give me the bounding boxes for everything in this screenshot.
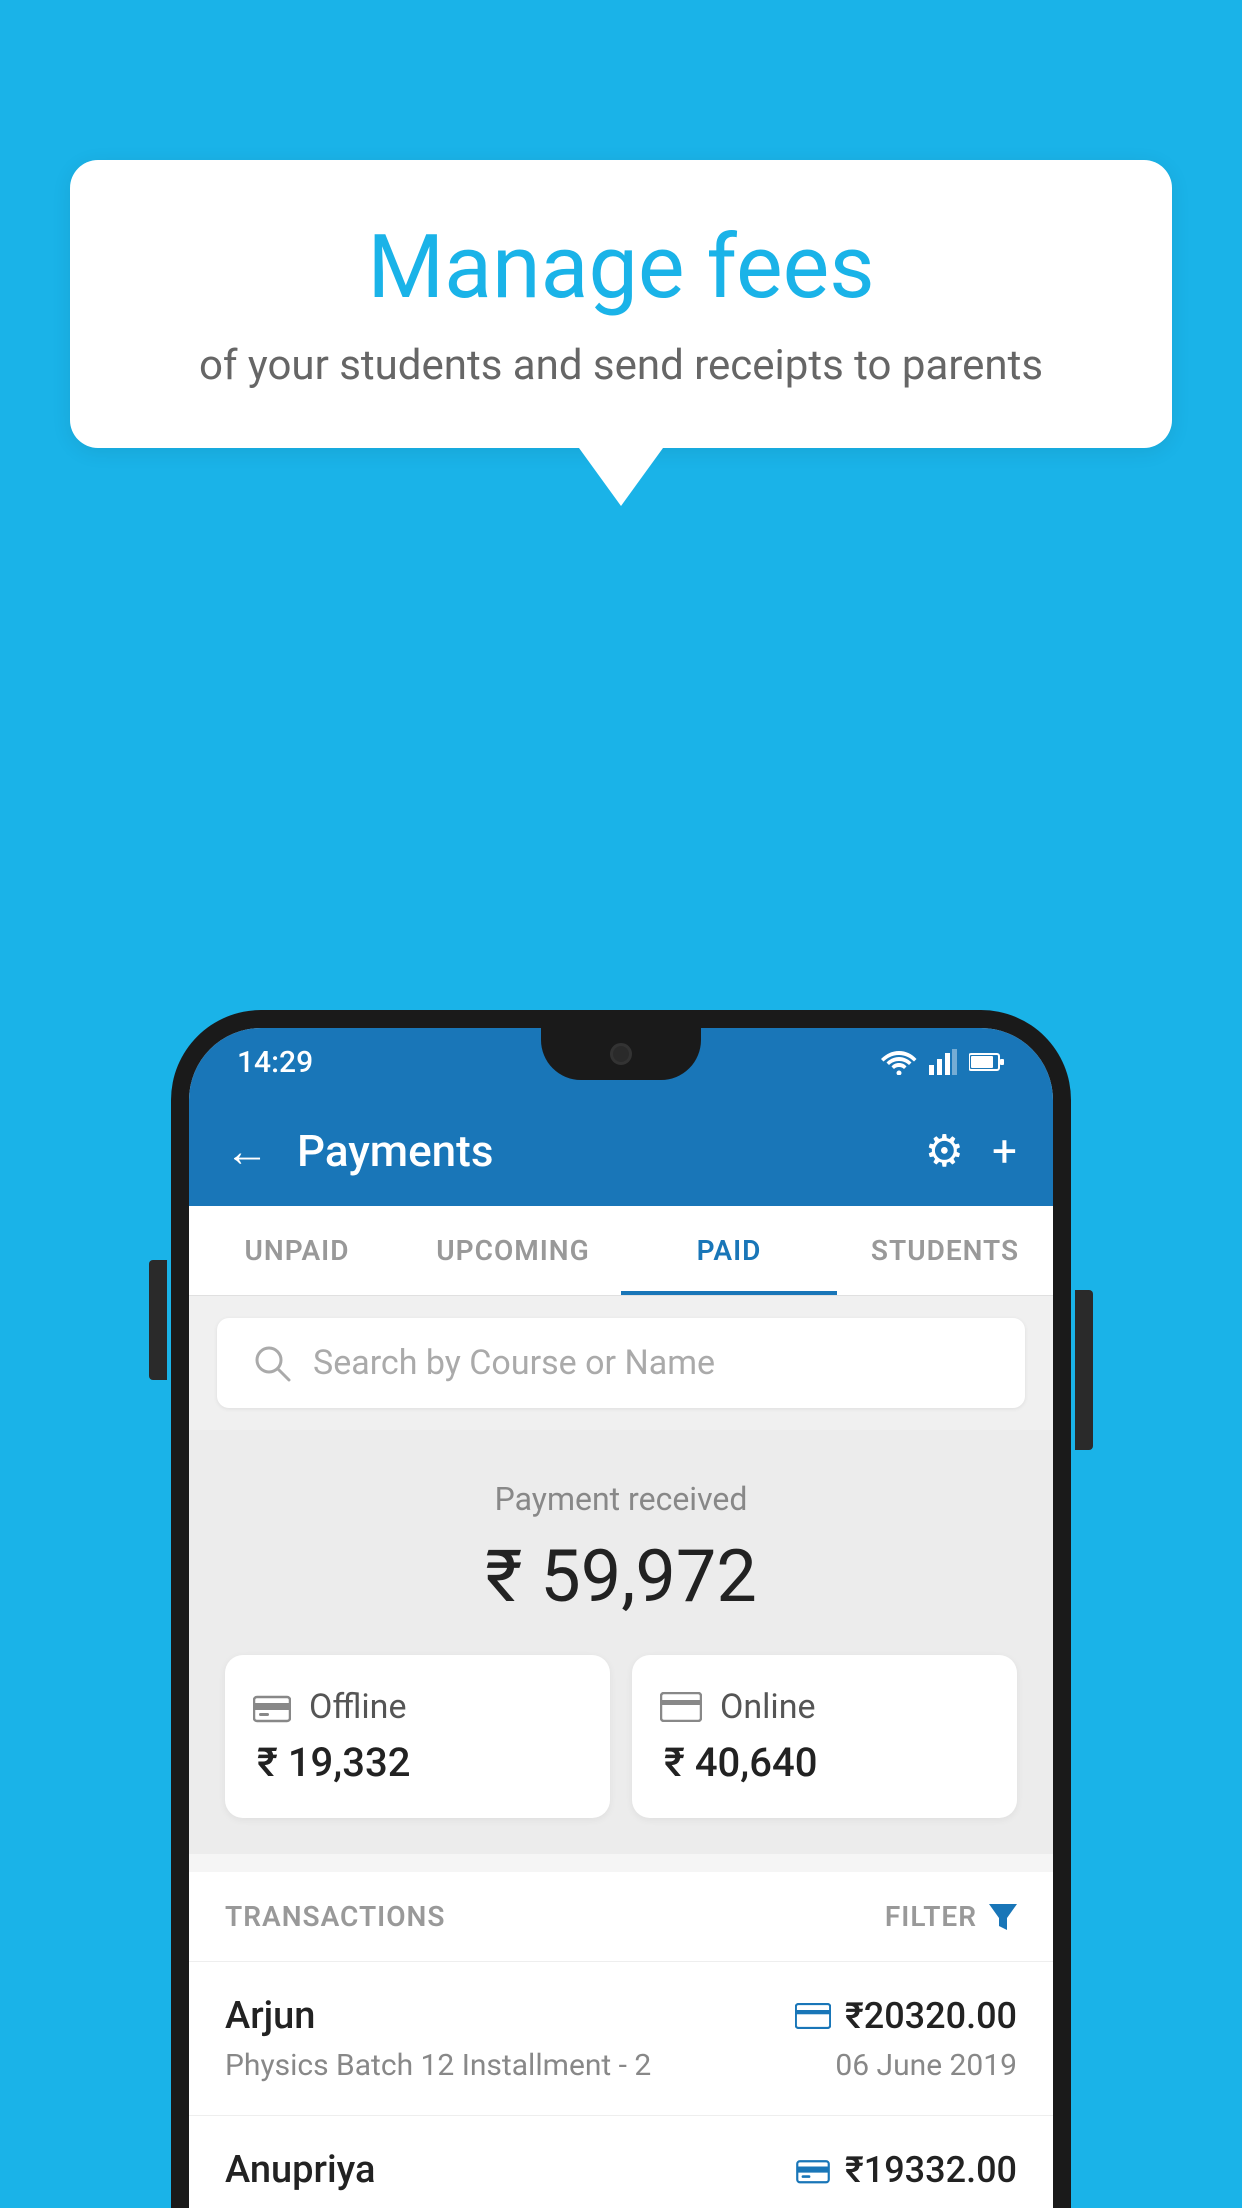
tab-upcoming[interactable]: UPCOMING (405, 1206, 621, 1295)
offline-payment-card: Offline ₹ 19,332 (225, 1655, 610, 1818)
add-button[interactable]: + (992, 1125, 1017, 1177)
transaction-name: Arjun (225, 1994, 315, 2038)
online-card-header: Online (660, 1687, 816, 1727)
transaction-amount: ₹20320.00 (845, 1995, 1017, 2037)
transaction-amount-2: ₹19332.00 (845, 2149, 1017, 2191)
transaction-course: Physics Batch 12 Installment - 2 (225, 2048, 651, 2083)
settings-button[interactable]: ⚙ (925, 1125, 964, 1177)
transaction-row-bottom: Physics Batch 12 Installment - 2 06 June… (225, 2048, 1017, 2083)
status-icons (881, 1049, 1005, 1075)
offline-amount: ₹ 19,332 (253, 1739, 410, 1786)
transaction-row-partial-top: Anupriya ₹19332.00 (225, 2148, 1017, 2192)
payment-summary: Payment received ₹ 59,972 Offline (189, 1430, 1053, 1854)
tab-unpaid[interactable]: UNPAID (189, 1206, 405, 1295)
payment-cards: Offline ₹ 19,332 Online ₹ (225, 1655, 1017, 1818)
filter-label: FILTER (885, 1900, 977, 1933)
speech-bubble-subtitle: of your students and send receipts to pa… (130, 339, 1112, 394)
payment-total-amount: ₹ 59,972 (225, 1534, 1017, 1619)
tabs-bar: UNPAID UPCOMING PAID STUDENTS (189, 1206, 1053, 1296)
phone-notch (541, 1028, 701, 1080)
phone-screen: 14:29 (189, 1028, 1053, 2208)
tab-students[interactable]: STUDENTS (837, 1206, 1053, 1295)
phone-frame: 14:29 (171, 1010, 1071, 2208)
filter-button[interactable]: FILTER (885, 1900, 1017, 1933)
offline-card-header: Offline (253, 1687, 406, 1727)
transaction-row[interactable]: Arjun ₹20320.00 Physics Batch 12 Install… (189, 1962, 1053, 2116)
tab-paid[interactable]: PAID (621, 1206, 837, 1295)
transactions-header: TRANSACTIONS FILTER (189, 1872, 1053, 1962)
search-container: Search by Course or Name (189, 1296, 1053, 1430)
search-bar[interactable]: Search by Course or Name (217, 1318, 1025, 1408)
speech-bubble-pointer (579, 448, 663, 506)
transaction-name-2: Anupriya (225, 2148, 375, 2192)
speech-bubble-title: Manage fees (130, 220, 1112, 317)
payment-received-label: Payment received (225, 1480, 1017, 1518)
online-payment-icon (795, 2003, 831, 2029)
back-button[interactable]: ← (225, 1125, 269, 1177)
online-icon (660, 1692, 702, 1722)
filter-icon (989, 1904, 1017, 1930)
offline-label: Offline (309, 1687, 406, 1727)
transaction-date: 06 June 2019 (835, 2048, 1017, 2083)
online-label: Online (720, 1687, 816, 1727)
search-input-placeholder: Search by Course or Name (313, 1343, 715, 1383)
offline-icon (253, 1691, 291, 1723)
transaction-row-partial[interactable]: Anupriya ₹19332.00 (189, 2116, 1053, 2208)
page-title: Payments (297, 1125, 897, 1177)
transaction-amount-wrap-2: ₹19332.00 (795, 2149, 1017, 2191)
front-camera (610, 1043, 632, 1065)
battery-icon (969, 1052, 1005, 1072)
transaction-amount-wrap: ₹20320.00 (795, 1995, 1017, 2037)
speech-bubble-card: Manage fees of your students and send re… (70, 160, 1172, 448)
transaction-row-top: Arjun ₹20320.00 (225, 1994, 1017, 2038)
offline-payment-icon (795, 2156, 831, 2184)
transactions-label: TRANSACTIONS (225, 1900, 445, 1933)
phone-wrapper: 14:29 (171, 1010, 1071, 2208)
app-bar: ← Payments ⚙ + (189, 1096, 1053, 1206)
online-amount: ₹ 40,640 (660, 1739, 817, 1786)
wifi-icon (881, 1049, 917, 1075)
signal-icon (929, 1049, 957, 1075)
status-time: 14:29 (237, 1045, 313, 1080)
speech-bubble-section: Manage fees of your students and send re… (70, 160, 1172, 506)
search-icon (253, 1344, 291, 1382)
online-payment-card: Online ₹ 40,640 (632, 1655, 1017, 1818)
status-bar: 14:29 (189, 1028, 1053, 1096)
